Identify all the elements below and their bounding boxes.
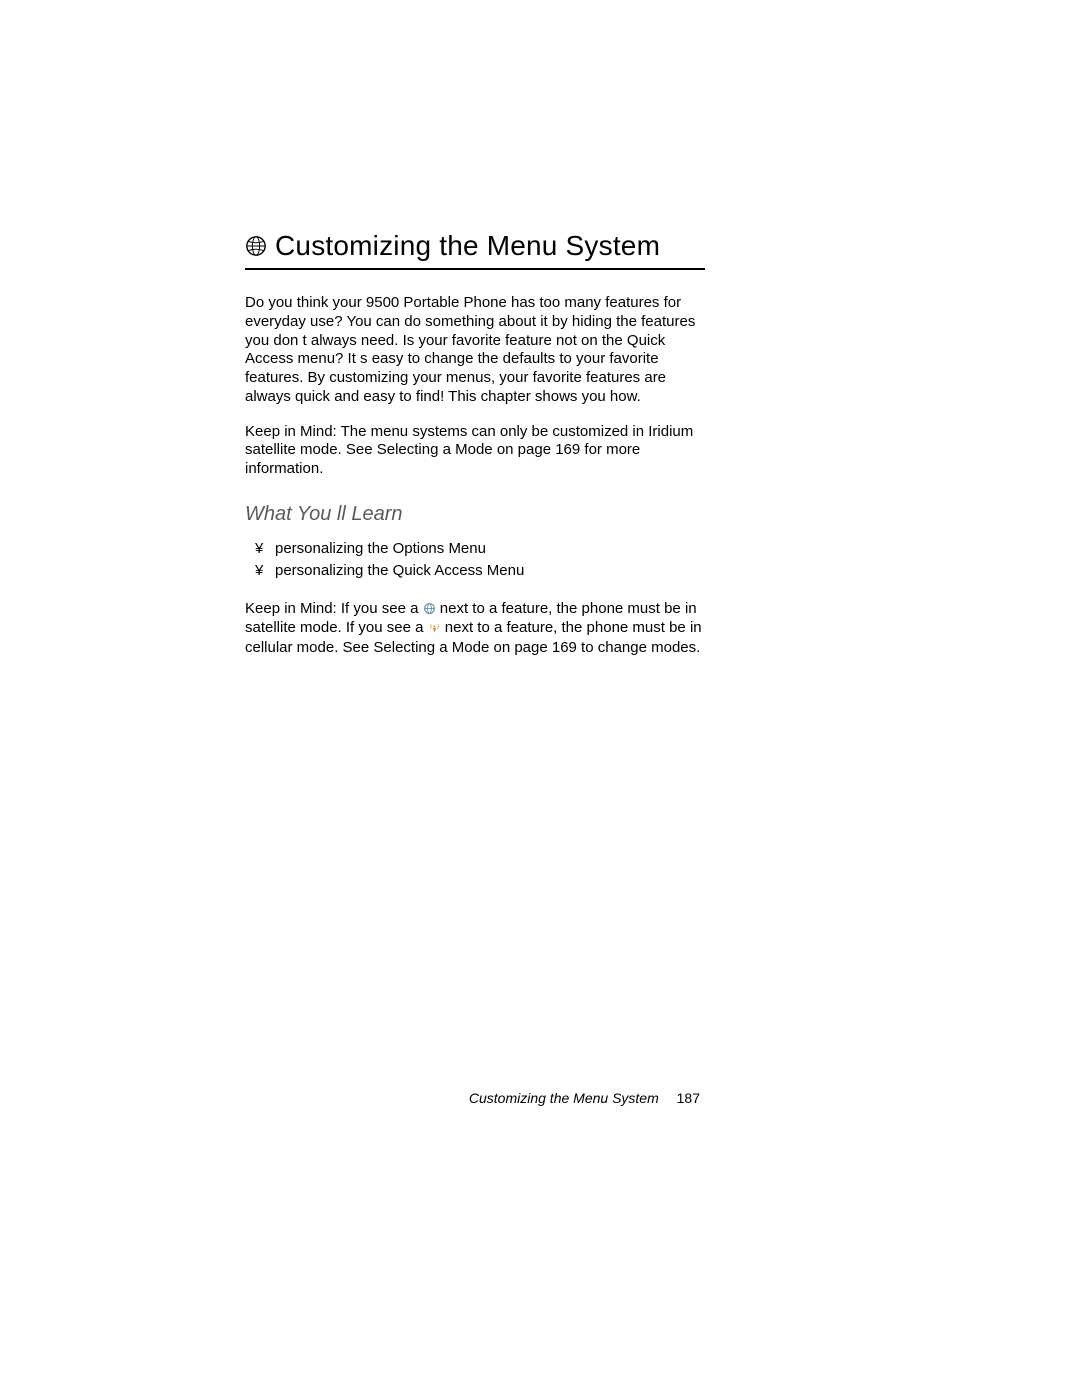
cellular-antenna-icon: [428, 620, 441, 633]
section-heading: What You ll Learn: [245, 503, 705, 526]
keep-in-mind-1: Keep in Mind: The menu systems can only …: [245, 423, 705, 479]
footer-page-number: 187: [677, 1090, 700, 1106]
footer-title: Customizing the Menu System: [469, 1090, 659, 1106]
chapter-title: Customizing the Menu System: [275, 230, 660, 262]
page-footer: Customizing the Menu System 187: [469, 1090, 700, 1106]
page-content: Customizing the Menu System Do you think…: [245, 230, 705, 657]
chapter-title-row: Customizing the Menu System: [245, 230, 705, 270]
list-item: personalizing the Quick Access Menu: [275, 560, 705, 583]
globe-icon: [245, 235, 267, 257]
bullet-list: personalizing the Options Menu personali…: [245, 538, 705, 583]
note-text-pre: Keep in Mind: If you see a: [245, 600, 423, 617]
satellite-globe-icon: [423, 601, 436, 614]
keep-in-mind-2: Keep in Mind: If you see a next to a fea…: [245, 599, 705, 658]
intro-paragraph: Do you think your 9500 Portable Phone ha…: [245, 294, 705, 407]
list-item: personalizing the Options Menu: [275, 538, 705, 561]
